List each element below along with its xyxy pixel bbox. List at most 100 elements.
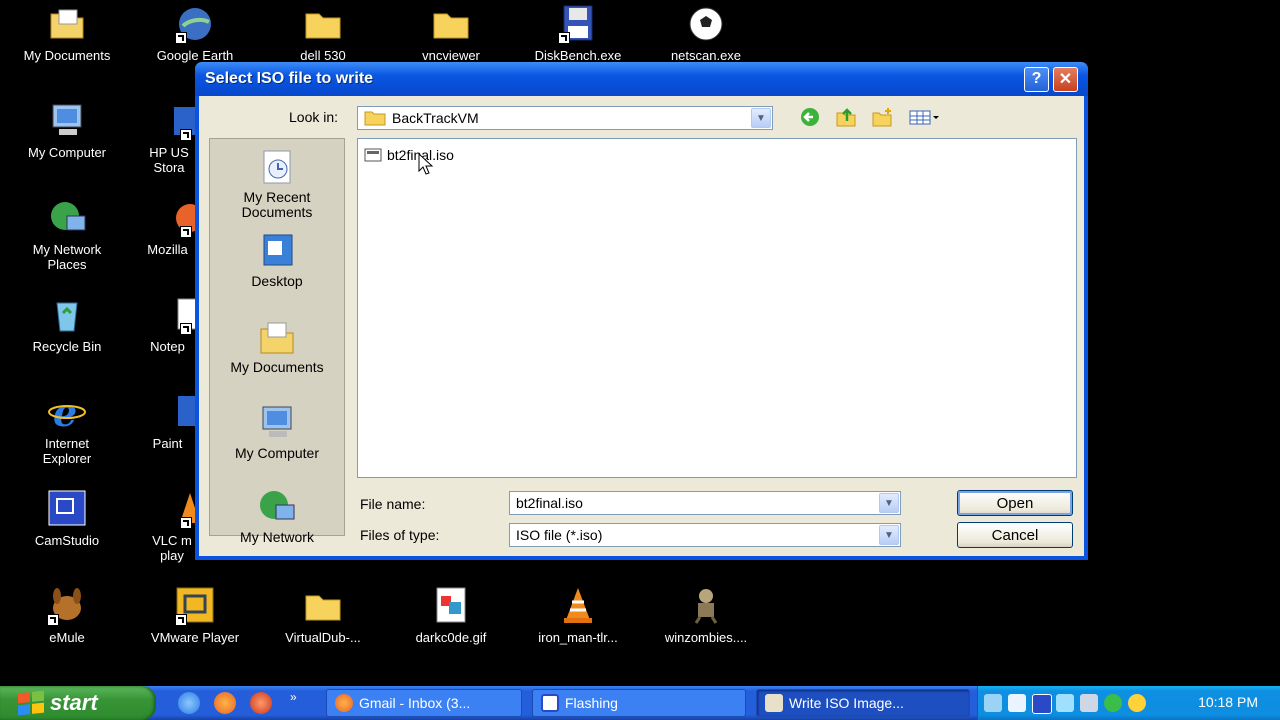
places-bar: My Recent Documents Desktop My Documents… [209, 138, 345, 545]
desktop-icon-vmware-player[interactable]: VMware Player [135, 586, 255, 645]
file-item[interactable]: bt2final.iso [364, 147, 454, 163]
select-iso-dialog: Select ISO file to write ? ✕ Look in: Ba… [195, 62, 1088, 560]
start-button[interactable]: start [0, 686, 156, 720]
desktop-icon-recycle-bin[interactable]: Recycle Bin [7, 295, 127, 354]
place-my-recent-documents[interactable]: My Recent Documents [210, 147, 344, 220]
taskbar-task-flashing[interactable]: Flashing [532, 689, 746, 717]
desktop-icon-mozilla[interactable]: Mozilla [140, 198, 204, 257]
start-label: start [50, 690, 98, 715]
place-my-network[interactable]: My Network [210, 487, 344, 545]
folder-icon [364, 111, 386, 126]
vmware-icon [175, 586, 215, 626]
desktop-icon-notepad[interactable]: Notep [140, 295, 201, 354]
up-one-level-button[interactable] [833, 106, 859, 128]
file-list[interactable]: bt2final.iso [357, 138, 1077, 478]
chevron-down-icon[interactable]: ▼ [751, 108, 771, 128]
paint-icon [160, 392, 200, 432]
browser-quicklaunch-icon[interactable] [250, 692, 272, 714]
security-tray-icon[interactable] [1104, 694, 1122, 712]
desktop-icon-internet-explorer[interactable]: e Internet Explorer [7, 390, 127, 466]
look-in-label: Look in: [289, 109, 339, 125]
place-my-computer[interactable]: My Computer [210, 403, 344, 461]
desktop-icon-vncviewer[interactable]: vncviewer [391, 4, 511, 63]
speaker-tray-icon[interactable] [1008, 694, 1026, 712]
view-menu-icon [909, 110, 939, 125]
chevron-down-icon[interactable]: ▼ [879, 525, 899, 545]
image-file-icon [431, 586, 471, 626]
svg-text:e: e [53, 392, 77, 432]
network-icon [260, 491, 295, 520]
close-button[interactable]: ✕ [1053, 66, 1078, 92]
desktop-icon-dell-530[interactable]: dell 530 [263, 4, 383, 63]
desktop-icon-virtualdub[interactable]: VirtualDub-... [263, 586, 383, 645]
desktop-icon-iron-man[interactable]: iron_man-tlr... [518, 586, 638, 645]
task-label: Flashing [565, 695, 618, 711]
computer-icon [262, 406, 292, 437]
firefox-quicklaunch-icon[interactable] [214, 692, 236, 714]
place-label: My Computer [234, 445, 320, 461]
dialog-titlebar[interactable]: Select ISO file to write ? ✕ [195, 62, 1088, 96]
desktop-icon-hp-usb-storage[interactable]: HP US Stora [140, 101, 200, 175]
up-folder-icon [836, 108, 856, 127]
file-name-label: File name: [360, 496, 426, 512]
desktop-icon-vlc[interactable]: VLC m play [140, 489, 200, 563]
back-arrow-icon [801, 108, 819, 126]
back-button[interactable] [797, 106, 823, 128]
emule-icon [47, 586, 87, 626]
place-desktop[interactable]: Desktop [210, 231, 344, 289]
open-button[interactable]: Open [957, 490, 1073, 516]
chevron-down-icon[interactable]: ▼ [879, 493, 899, 513]
place-label: My Recent Documents [241, 189, 313, 220]
connection-tray-icon[interactable] [1080, 694, 1098, 712]
clock[interactable]: 10:18 PM [1198, 694, 1258, 710]
computer-icon [47, 101, 87, 141]
place-label: Desktop [251, 273, 303, 289]
my-documents-icon [260, 322, 294, 354]
recent-documents-icon [263, 150, 291, 184]
new-folder-button[interactable] [869, 106, 895, 128]
network-icon [47, 198, 87, 238]
file-name-value: bt2final.iso [516, 495, 583, 511]
files-of-type-select[interactable]: ISO file (*.iso) ▼ [509, 523, 901, 547]
place-my-documents[interactable]: My Documents [210, 317, 344, 375]
window-icon [541, 694, 559, 712]
vlc-cone-icon [558, 586, 598, 626]
taskbar-task-gmail[interactable]: Gmail - Inbox (3... [326, 689, 522, 717]
folder-icon [303, 4, 343, 44]
task-label: Write ISO Image... [789, 695, 904, 711]
desktop-icon-my-computer[interactable]: My Computer [7, 101, 127, 160]
desktop-icon-paint[interactable]: Paint [140, 392, 200, 451]
desktop-icon-my-documents[interactable]: My Documents [7, 4, 127, 63]
desktop-icon-diskbench[interactable]: DiskBench.exe [518, 4, 638, 63]
google-earth-icon [175, 4, 215, 44]
network-tray-icon[interactable] [1056, 694, 1074, 712]
desktop-icon-darkc0de-gif[interactable]: darkc0de.gif [391, 586, 511, 645]
dialog-client: Look in: BackTrackVM ▼ My Recent Documen… [199, 96, 1084, 556]
desktop-icon-emule[interactable]: eMule [7, 586, 127, 645]
write-iso-icon [765, 694, 783, 712]
notepad-icon [160, 295, 201, 335]
desktop: My Documents Google Earth dell 530 vncvi… [0, 0, 1280, 720]
chevron-right-icon[interactable]: » [290, 690, 297, 704]
update-tray-icon[interactable] [1128, 694, 1146, 712]
help-button[interactable]: ? [1024, 66, 1049, 92]
pen-tray-icon[interactable] [984, 694, 1002, 712]
firefox-icon [335, 694, 353, 712]
recycle-bin-icon [47, 295, 87, 335]
desktop-icon-camstudio[interactable]: CamStudio [7, 489, 127, 548]
taskbar-task-write-iso[interactable]: Write ISO Image... [756, 689, 970, 717]
camstudio-icon [47, 489, 87, 529]
folder-icon [431, 4, 471, 44]
firefox-icon [160, 198, 204, 238]
window-tray-icon[interactable] [1032, 694, 1052, 714]
desktop-icon-netscan[interactable]: netscan.exe [646, 4, 766, 63]
view-menu-button[interactable] [907, 106, 943, 128]
file-name-field[interactable]: bt2final.iso ▼ [509, 491, 901, 515]
desktop-icon-winzombies[interactable]: winzombies.... [646, 586, 766, 645]
look-in-combo[interactable]: BackTrackVM ▼ [357, 106, 773, 130]
ie-quicklaunch-icon[interactable] [178, 692, 200, 714]
desktop-icon-google-earth[interactable]: Google Earth [135, 4, 255, 63]
vlc-icon [160, 489, 200, 529]
desktop-icon-my-network-places[interactable]: My Network Places [7, 198, 127, 272]
cancel-button[interactable]: Cancel [957, 522, 1073, 548]
